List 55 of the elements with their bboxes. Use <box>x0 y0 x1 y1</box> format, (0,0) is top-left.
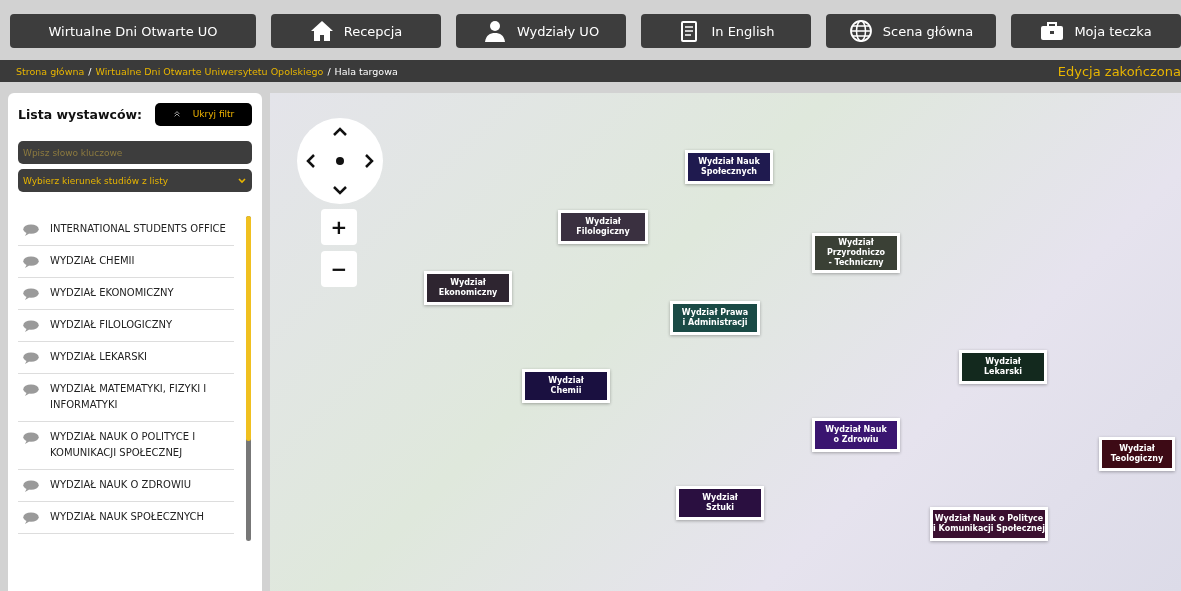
nav-button[interactable]: Recepcja <box>271 14 441 48</box>
exhibitor-item[interactable]: WYDZIAŁ EKONOMICZNY <box>18 278 234 310</box>
exhibitor-item[interactable]: WYDZIAŁ NAUK O ZDROWIU <box>18 470 234 502</box>
breadcrumb-link[interactable]: Strona główna <box>16 65 85 77</box>
house-icon <box>309 19 334 43</box>
speech-bubble-icon <box>22 384 40 396</box>
exhibitor-item[interactable]: WYDZIAŁ NAUK SPOŁECZNYCH <box>18 502 234 534</box>
faculty-label[interactable]: Wydział Nauk Społecznych <box>685 150 773 184</box>
exhibitor-item[interactable]: WYDZIAŁ CHEMII <box>18 246 234 278</box>
sidebar-title: Lista wystawców: <box>18 106 143 122</box>
briefcase-icon <box>1040 19 1065 43</box>
nav-button[interactable]: Wydziały UO <box>456 14 626 48</box>
globe-icon <box>848 19 873 43</box>
breadcrumb-separator: / <box>327 65 331 77</box>
faculty-label[interactable]: Wydział Chemii <box>522 369 610 403</box>
faculty-label[interactable]: Wydział Sztuki <box>676 486 764 520</box>
speech-bubble-icon <box>22 224 40 236</box>
nav-button[interactable]: Moja teczka <box>1011 14 1181 48</box>
faculty-label[interactable]: Wydział Ekonomiczny <box>424 271 512 305</box>
nav-button[interactable]: Wirtualne Dni Otwarte UO <box>10 14 256 48</box>
breadcrumb-current: Hala targowa <box>334 65 398 77</box>
hide-filter-button[interactable]: Ukryj filtr <box>155 102 252 126</box>
exhibitor-item[interactable]: INTERNATIONAL STUDENTS OFFICE <box>18 214 234 246</box>
speech-bubble-icon <box>22 432 40 444</box>
breadcrumb-separator: / <box>88 65 92 77</box>
faculty-label[interactable]: Wydział Przyrodniczo - Techniczny <box>812 233 900 273</box>
exhibitor-item[interactable]: WYDZIAŁ NAUK O POLITYCE I KOMUNIKACJI SPOŁECZNEJ <box>18 422 234 470</box>
faculty-label[interactable]: Wydział Filologiczny <box>558 210 648 244</box>
zoom-in-button[interactable]: + <box>321 209 357 245</box>
person-icon <box>482 19 507 43</box>
study-select[interactable]: Wybierz kierunek studiów z listy <box>18 169 252 192</box>
exhibitor-item[interactable]: WYDZIAŁ FILOLOGICZNY <box>18 310 234 342</box>
faculty-label[interactable]: Wydział Lekarski <box>959 350 1047 384</box>
pan-control[interactable] <box>296 117 384 205</box>
speech-bubble-icon <box>22 512 40 524</box>
faculty-label[interactable]: Wydział Nauk o Zdrowiu <box>812 418 900 452</box>
speech-bubble-icon <box>22 352 40 364</box>
edition-status: Edycja zakończona <box>1057 63 1181 79</box>
breadcrumb-link[interactable]: Wirtualne Dni Otwarte Uniwersytetu Opolskiego <box>95 65 324 77</box>
zoom-out-button[interactable]: − <box>321 251 357 287</box>
exhibitor-item[interactable]: WYDZIAŁ MATEMATYKI, FIZYKI I INFORMATYKI <box>18 374 234 422</box>
double-chevron-icon <box>172 110 181 118</box>
faculty-label[interactable]: Wydział Nauk o Polityce i Komunikacji Społecznej <box>930 507 1048 541</box>
speech-bubble-icon <box>22 320 40 332</box>
faculty-label[interactable]: Wydział Prawa i Administracji <box>670 301 760 335</box>
keyword-field[interactable]: Wpisz słowo kluczowe <box>18 141 252 164</box>
chevron-down-icon <box>237 175 247 186</box>
nav-button[interactable]: In English <box>641 14 811 48</box>
scrollbar[interactable] <box>246 216 251 541</box>
speech-bubble-icon <box>22 288 40 300</box>
exhibitor-item[interactable]: WYDZIAŁ LEKARSKI <box>18 342 234 374</box>
faculty-label[interactable]: Wydział Teologiczny <box>1099 437 1175 471</box>
speech-bubble-icon <box>22 480 40 492</box>
speech-bubble-icon <box>22 256 40 268</box>
nav-button[interactable]: Scena główna <box>826 14 996 48</box>
